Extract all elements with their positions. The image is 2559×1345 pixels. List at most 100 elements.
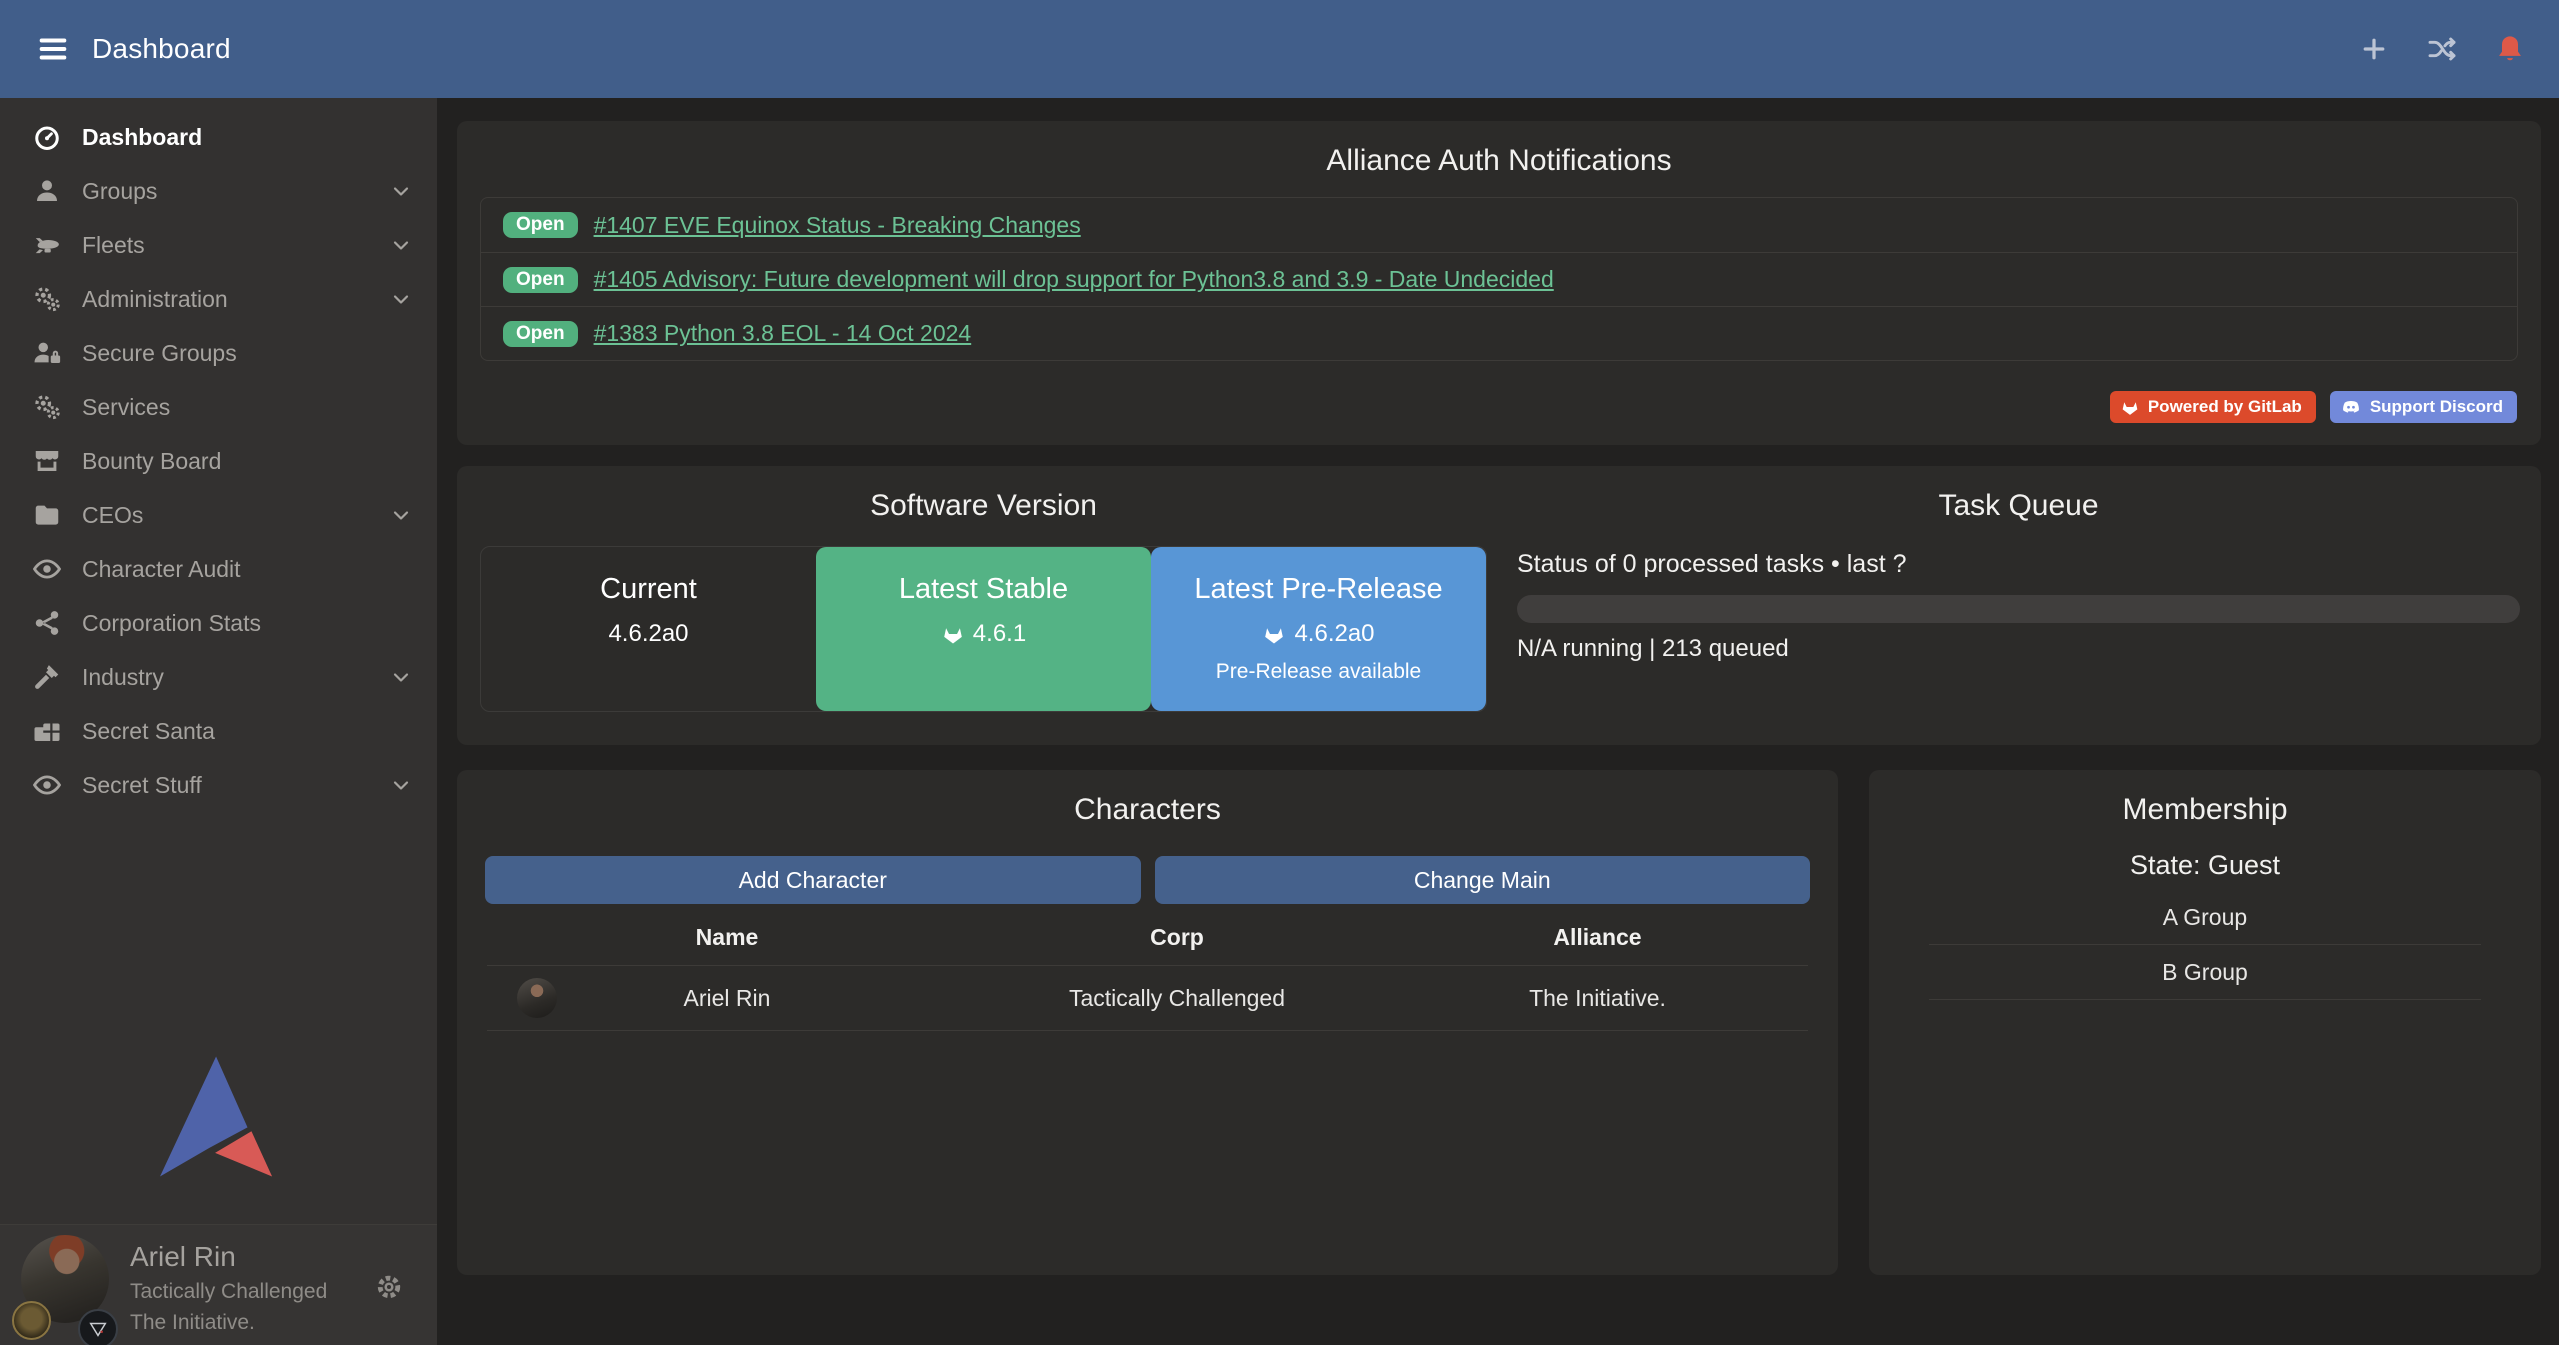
alliance-logo-badge xyxy=(78,1309,118,1345)
powered-by-gitlab-badge[interactable]: Powered by GitLab xyxy=(2110,391,2316,423)
notification-item: Open #1383 Python 3.8 EOL - 14 Oct 2024 xyxy=(481,306,2517,360)
eye-icon xyxy=(30,554,64,584)
main-content: Alliance Auth Notifications Open #1407 E… xyxy=(437,98,2559,1345)
hammer-icon xyxy=(30,662,64,692)
user-settings-button[interactable] xyxy=(373,1269,409,1305)
gitlab-icon xyxy=(941,622,965,646)
chevron-down-icon xyxy=(389,179,413,203)
membership-groups-list: A Group B Group xyxy=(1929,890,2481,1000)
cell-corp: Tactically Challenged xyxy=(967,985,1387,1012)
gears-icon xyxy=(30,284,64,314)
sidebar-item-character-audit[interactable]: Character Audit xyxy=(0,542,437,596)
notifications-title: Alliance Auth Notifications xyxy=(457,121,2541,179)
task-queue-section: Task Queue Status of 0 processed tasks •… xyxy=(1487,466,2541,745)
user-info: Ariel Rin Tactically Challenged The Init… xyxy=(130,1241,327,1335)
sidebar-item-groups[interactable]: Groups xyxy=(0,164,437,218)
user-icon xyxy=(30,176,64,206)
task-queue-status: Status of 0 processed tasks • last ? xyxy=(1517,550,2520,579)
list-item: B Group xyxy=(1929,945,2481,1000)
task-queue-title: Task Queue xyxy=(1517,466,2520,524)
notification-item: Open #1405 Advisory: Future development … xyxy=(481,252,2517,306)
sidebar-item-dashboard[interactable]: Dashboard xyxy=(0,110,437,164)
task-queue-counts: N/A running | 213 queued xyxy=(1517,635,2520,663)
gitlab-icon xyxy=(1262,622,1286,646)
notifications-list: Open #1407 EVE Equinox Status - Breaking… xyxy=(480,197,2518,361)
version-current-box: Current 4.6.2a0 xyxy=(481,547,816,711)
sidebar-toggle-button[interactable] xyxy=(30,26,76,72)
status-badge: Open xyxy=(503,267,578,293)
status-badge: Open xyxy=(503,212,578,238)
sidebar-item-services[interactable]: Services xyxy=(0,380,437,434)
chevron-down-icon xyxy=(389,503,413,527)
sidebar-item-administration[interactable]: Administration xyxy=(0,272,437,326)
notifications-button[interactable] xyxy=(2491,30,2529,68)
software-version-title: Software Version xyxy=(480,466,1487,524)
notification-link[interactable]: #1407 EVE Equinox Status - Breaking Chan… xyxy=(594,212,1081,239)
user-lock-icon xyxy=(30,338,64,368)
alliance-auth-logo xyxy=(160,1056,278,1180)
gears-icon xyxy=(30,392,64,422)
bell-icon xyxy=(2494,33,2526,65)
characters-title: Characters xyxy=(457,770,1838,828)
sidebar-menu: Dashboard Groups Fleets xyxy=(0,98,437,812)
sidebar-item-secret-stuff[interactable]: Secret Stuff xyxy=(0,758,437,812)
membership-state: State: Guest xyxy=(1869,848,2541,882)
characters-card: Characters Add Character Change Main Nam… xyxy=(457,770,1838,1275)
support-discord-badge[interactable]: Support Discord xyxy=(2330,391,2517,423)
sidebar: Dashboard Groups Fleets xyxy=(0,98,437,1345)
task-queue-progressbar xyxy=(1517,595,2520,623)
membership-title: Membership xyxy=(1869,770,2541,828)
notifications-card: Alliance Auth Notifications Open #1407 E… xyxy=(457,121,2541,445)
share-nodes-icon xyxy=(30,608,64,638)
sidebar-item-fleets[interactable]: Fleets xyxy=(0,218,437,272)
user-avatar-group xyxy=(21,1235,121,1335)
gifts-icon xyxy=(30,716,64,746)
notification-link[interactable]: #1383 Python 3.8 EOL - 14 Oct 2024 xyxy=(594,320,972,347)
top-navbar: Dashboard xyxy=(0,0,2559,98)
store-icon xyxy=(30,446,64,476)
user-name: Ariel Rin xyxy=(130,1241,327,1273)
sidebar-item-industry[interactable]: Industry xyxy=(0,650,437,704)
user-panel: Ariel Rin Tactically Challenged The Init… xyxy=(0,1224,437,1345)
chevron-down-icon xyxy=(389,287,413,311)
membership-card: Membership State: Guest A Group B Group xyxy=(1869,770,2541,1275)
add-character-icon-button[interactable] xyxy=(2355,30,2393,68)
gitlab-icon xyxy=(2120,397,2140,417)
change-main-button[interactable]: Change Main xyxy=(1155,856,1811,904)
notification-link[interactable]: #1405 Advisory: Future development will … xyxy=(594,266,1554,293)
sidebar-item-ceos[interactable]: CEOs xyxy=(0,488,437,542)
characters-table: Name Corp Alliance Ariel Rin Tactically … xyxy=(457,924,1838,1031)
characters-actions: Add Character Change Main xyxy=(457,856,1838,904)
sidebar-item-corporation-stats[interactable]: Corporation Stats xyxy=(0,596,437,650)
column-header-alliance: Alliance xyxy=(1387,924,1808,951)
software-version-card: Software Version Current 4.6.2a0 Latest … xyxy=(457,466,2541,745)
discord-icon xyxy=(2340,396,2362,418)
footer-badges: Powered by GitLab Support Discord xyxy=(2110,391,2517,423)
change-main-icon-button[interactable] xyxy=(2423,30,2461,68)
user-corp: Tactically Challenged xyxy=(130,1280,327,1304)
navbar-actions xyxy=(2355,30,2529,68)
column-header-corp: Corp xyxy=(967,924,1387,951)
plus-icon xyxy=(2359,34,2389,64)
version-boxes: Current 4.6.2a0 Latest Stable 4.6.1 xyxy=(480,546,1487,712)
version-stable-box: Latest Stable 4.6.1 xyxy=(816,547,1151,711)
list-item: A Group xyxy=(1929,890,2481,945)
sidebar-item-bounty-board[interactable]: Bounty Board xyxy=(0,434,437,488)
chevron-down-icon xyxy=(389,233,413,257)
sidebar-item-secret-santa[interactable]: Secret Santa xyxy=(0,704,437,758)
chevron-down-icon xyxy=(389,665,413,689)
eye-icon xyxy=(30,770,64,800)
hamburger-icon xyxy=(36,32,70,66)
folder-icon xyxy=(30,500,64,530)
add-character-button[interactable]: Add Character xyxy=(485,856,1141,904)
notification-item: Open #1407 EVE Equinox Status - Breaking… xyxy=(481,198,2517,252)
alliance-auth-dashboard: Dashboard xyxy=(0,0,2559,1345)
gauge-icon xyxy=(30,122,64,152)
chevron-down-icon xyxy=(389,773,413,797)
character-portrait xyxy=(517,978,557,1018)
cell-alliance: The Initiative. xyxy=(1387,985,1808,1012)
user-alliance: The Initiative. xyxy=(130,1311,327,1335)
sidebar-item-secure-groups[interactable]: Secure Groups xyxy=(0,326,437,380)
cell-name: Ariel Rin xyxy=(487,985,967,1012)
airship-icon xyxy=(30,230,64,260)
